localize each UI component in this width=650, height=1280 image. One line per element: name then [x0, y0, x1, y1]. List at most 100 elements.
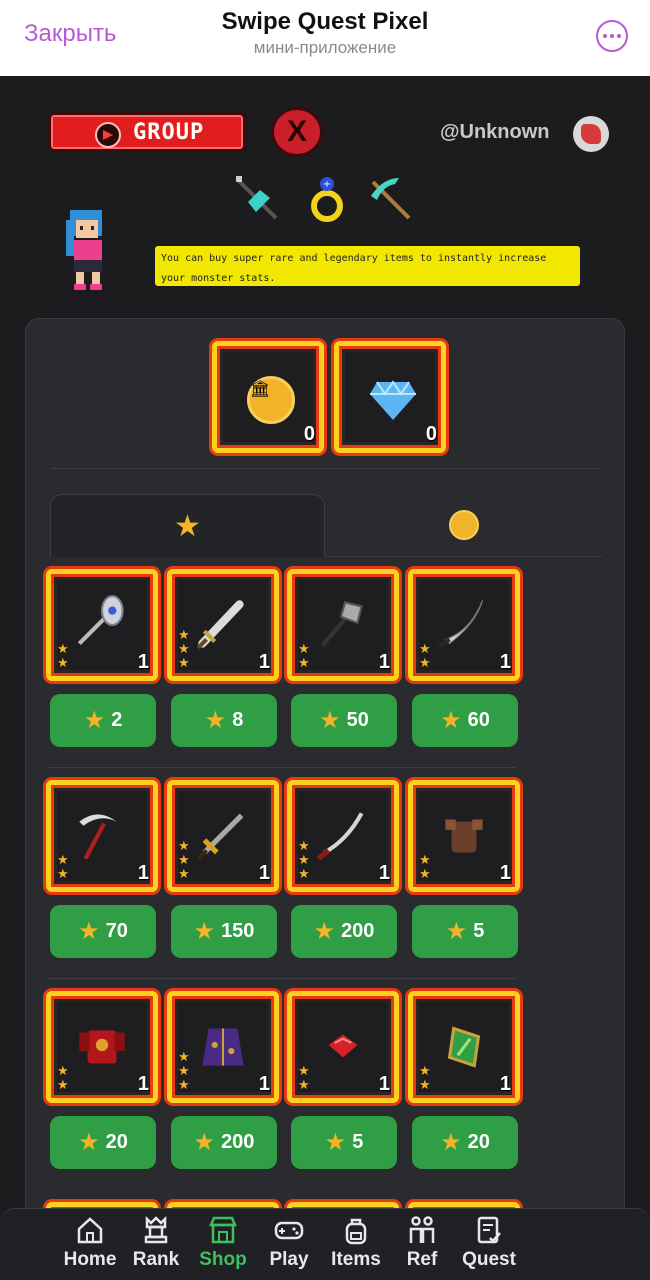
- scythe-icon: [79, 814, 117, 860]
- nav-rank[interactable]: Rank: [121, 1215, 191, 1275]
- star-icon: ★: [204, 707, 227, 734]
- buy-button[interactable]: ★ 5: [412, 905, 518, 958]
- red-armor-icon: [79, 1030, 125, 1064]
- svg-text:+: +: [323, 179, 331, 190]
- buy-button[interactable]: ★ 20: [50, 1116, 156, 1169]
- item-quantity: 1: [137, 651, 149, 673]
- rarity-star-icon: ★: [57, 641, 69, 656]
- nav-ref[interactable]: Ref: [387, 1215, 457, 1275]
- rarity-star-icon: ★: [178, 655, 190, 670]
- nav-quest[interactable]: Quest: [454, 1215, 524, 1275]
- item-quantity: 1: [137, 862, 149, 884]
- rarity-star-icon: ★: [178, 852, 190, 867]
- buy-button[interactable]: ★ 200: [171, 1116, 277, 1169]
- star-icon: ★: [324, 1129, 347, 1156]
- price-label: 200: [341, 920, 375, 942]
- telegram-group-button[interactable]: GROUP: [48, 112, 246, 152]
- avatar[interactable]: [573, 116, 609, 152]
- shop-icon: [209, 1216, 237, 1244]
- diamond-pickaxe-icon: [371, 178, 411, 220]
- star-icon: ★: [445, 918, 468, 945]
- nav-home[interactable]: Home: [55, 1215, 125, 1275]
- rarity-star-icon: ★: [298, 1063, 310, 1078]
- coin-balance: 0: [303, 423, 315, 445]
- tab-coin[interactable]: [325, 494, 602, 557]
- nav-items[interactable]: Items: [321, 1215, 391, 1275]
- nav-label: Quest: [462, 1249, 516, 1270]
- item-quantity: 1: [378, 862, 390, 884]
- price-label: 70: [105, 920, 128, 942]
- shop-item-card[interactable]: ★ ★ 1: [46, 569, 158, 681]
- nav-play[interactable]: Play: [254, 1215, 324, 1275]
- buy-button[interactable]: ★ 150: [171, 905, 277, 958]
- shop-item-card[interactable]: ★ ★ 1: [46, 991, 158, 1103]
- gem-balance: 0: [425, 423, 437, 445]
- rarity-stars: ★ ★: [298, 1064, 310, 1092]
- katana-icon: [316, 812, 364, 861]
- rarity-stars: ★ ★ ★: [178, 628, 190, 670]
- buy-button[interactable]: ★ 2: [50, 694, 156, 747]
- app-subtitle: мини-приложение: [253, 38, 397, 57]
- shop-item-card[interactable]: ★ ★ 1: [408, 569, 520, 681]
- star-icon: ★: [313, 918, 336, 945]
- shop-item-card[interactable]: ★ ★ ★ 1: [287, 780, 399, 892]
- x-social-button[interactable]: X: [271, 107, 323, 157]
- star-icon: ★: [78, 918, 100, 945]
- item-quantity: 1: [137, 1073, 149, 1095]
- shop-item-card[interactable]: ★ ★ 1: [408, 991, 520, 1103]
- star-icon: ★: [174, 509, 201, 543]
- buy-button[interactable]: ★ 20: [412, 1116, 518, 1169]
- shop-info-banner: You can buy super rare and legendary ite…: [155, 246, 580, 286]
- nav-label: Home: [63, 1249, 117, 1270]
- buy-button[interactable]: ★ 70: [50, 905, 156, 958]
- rarity-stars: ★ ★: [419, 853, 431, 881]
- rarity-stars: ★ ★ ★: [298, 839, 310, 881]
- rarity-star-icon: ★: [178, 866, 190, 881]
- item-quantity: 1: [499, 1073, 511, 1095]
- price-label: 200: [221, 1131, 255, 1153]
- rarity-star-icon: ★: [419, 1063, 431, 1078]
- buy-button[interactable]: ★ 50: [291, 694, 397, 747]
- nav-shop[interactable]: Shop: [188, 1215, 258, 1275]
- quest-icon: [477, 1216, 501, 1244]
- buy-button[interactable]: ★ 200: [291, 905, 397, 958]
- divider: [51, 468, 599, 469]
- star-icon: ★: [440, 1129, 462, 1156]
- coin-icon: [448, 510, 479, 540]
- red-gem-icon: [328, 1034, 358, 1058]
- row-divider: [48, 978, 516, 979]
- sapphire-ring-icon: +: [311, 177, 343, 222]
- rarity-star-icon: ★: [57, 1077, 69, 1092]
- shop-item-card[interactable]: ★ ★ ★ 1: [167, 569, 279, 681]
- tab-star[interactable]: ★: [50, 494, 325, 557]
- telegram-icon: [95, 122, 121, 148]
- backpack-icon: [345, 1218, 367, 1245]
- diamond-icon: [370, 380, 416, 420]
- buy-button[interactable]: ★ 60: [412, 694, 518, 747]
- nav-label: Play: [269, 1249, 309, 1270]
- rarity-star-icon: ★: [419, 641, 431, 656]
- shop-item-card[interactable]: ★ ★ ★ 1: [167, 991, 279, 1103]
- rarity-stars: ★ ★ ★: [178, 839, 190, 881]
- nav-label: Items: [331, 1249, 381, 1270]
- scimitar-icon: [438, 600, 484, 648]
- more-options-button[interactable]: [596, 20, 628, 52]
- shop-item-card[interactable]: ★ ★ 1: [46, 780, 158, 892]
- shop-item-card[interactable]: ★ ★ 1: [287, 569, 399, 681]
- axe-icon: [320, 601, 363, 647]
- buy-button[interactable]: ★ 8: [171, 694, 277, 747]
- shop-item-card[interactable]: ★ ★ ★ 1: [167, 780, 279, 892]
- shop-item-card[interactable]: ★ ★ 1: [287, 991, 399, 1103]
- title-block: Swipe Quest Pixel мини-приложение: [0, 8, 650, 58]
- rarity-star-icon: ★: [57, 655, 69, 670]
- rarity-star-icon: ★: [419, 655, 431, 670]
- rarity-stars: ★ ★: [298, 642, 310, 670]
- rarity-star-icon: ★: [57, 1063, 69, 1078]
- item-quantity: 1: [258, 651, 270, 673]
- rank-icon: [144, 1215, 168, 1244]
- rarity-star-icon: ★: [178, 627, 190, 642]
- shop-item-card[interactable]: ★ ★ 1: [408, 780, 520, 892]
- buy-button[interactable]: ★ 5: [291, 1116, 397, 1169]
- rarity-stars: ★ ★: [57, 853, 69, 881]
- rarity-stars: ★ ★: [57, 1064, 69, 1092]
